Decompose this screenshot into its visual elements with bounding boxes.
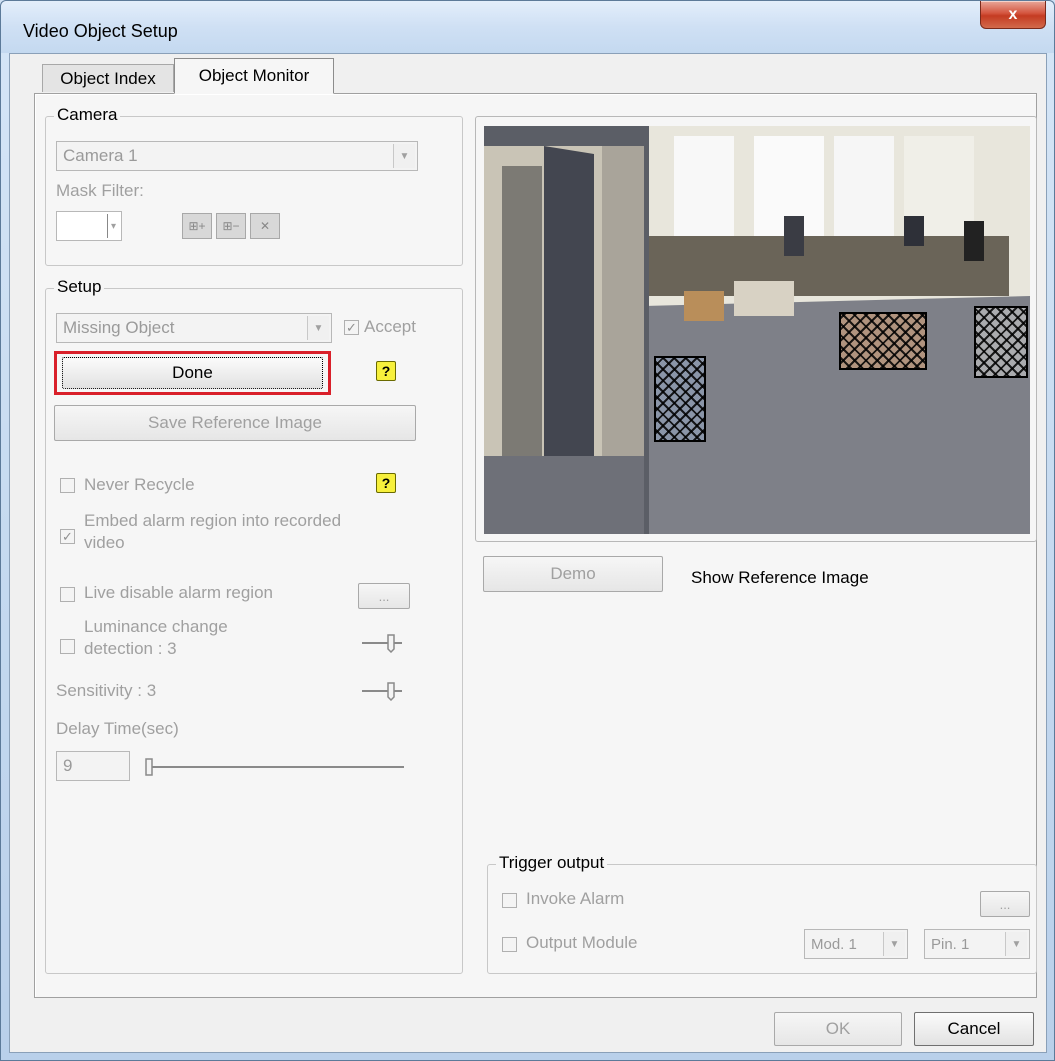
- sensitivity-label: Sensitivity : 3: [56, 681, 157, 700]
- title-bar: Video Object Setup x: [1, 1, 1054, 53]
- camera-legend: Camera: [54, 105, 121, 125]
- cancel-button[interactable]: Cancel: [914, 1012, 1034, 1046]
- never-recycle-checkbox[interactable]: [60, 478, 75, 493]
- luminance-label-line1: Luminance change: [84, 617, 228, 636]
- chevron-down-icon: ▼: [1005, 932, 1027, 956]
- never-recycle-label: Never Recycle: [84, 475, 195, 494]
- invoke-alarm-checkbox[interactable]: [502, 893, 517, 908]
- save-reference-button[interactable]: Save Reference Image: [54, 405, 416, 441]
- embed-alarm-label-line1: Embed alarm region into recorded: [84, 511, 342, 530]
- pin-select[interactable]: Pin. 1 ▼: [924, 929, 1030, 959]
- chevron-down-icon: ▼: [883, 932, 905, 956]
- video-preview-frame: [475, 116, 1037, 542]
- demo-button[interactable]: Demo: [483, 556, 663, 592]
- close-icon: x: [1008, 5, 1018, 23]
- dialog-window: Video Object Setup x Object Index Object…: [0, 0, 1055, 1061]
- invoke-alarm-label: Invoke Alarm: [526, 889, 625, 908]
- luminance-checkbox[interactable]: [60, 639, 75, 654]
- output-module-checkbox[interactable]: [502, 937, 517, 952]
- camera-select[interactable]: Camera 1 ▼: [56, 141, 418, 171]
- done-button[interactable]: Done: [62, 357, 323, 389]
- close-button[interactable]: x: [980, 1, 1046, 29]
- help-icon[interactable]: ?: [376, 361, 396, 381]
- trigger-output-group: Trigger output Invoke Alarm ... Output M…: [487, 853, 1037, 974]
- camera-select-value: Camera 1: [63, 146, 138, 165]
- tab-object-monitor[interactable]: Object Monitor: [174, 58, 334, 94]
- pin-select-value: Pin. 1: [931, 935, 970, 953]
- embed-alarm-label-line2: video: [84, 533, 125, 552]
- dialog-client-area: Object Index Object Monitor Camera Camer…: [9, 53, 1047, 1053]
- mask-add-icon[interactable]: ⊞+: [182, 213, 212, 239]
- accept-checkbox[interactable]: ✓: [344, 320, 359, 335]
- camera-video-feed[interactable]: [484, 126, 1030, 534]
- office-scene-image: [484, 126, 1030, 534]
- alarm-region[interactable]: [839, 312, 927, 370]
- live-disable-checkbox[interactable]: [60, 587, 75, 602]
- invoke-alarm-ellipsis-button[interactable]: ...: [980, 891, 1030, 917]
- chevron-down-icon: ▼: [307, 316, 329, 340]
- chevron-down-icon: ▼: [393, 144, 415, 168]
- alarm-region[interactable]: [974, 306, 1028, 378]
- detection-type-value: Missing Object: [63, 318, 175, 337]
- alarm-region[interactable]: [654, 356, 706, 442]
- window-title: Video Object Setup: [23, 21, 178, 41]
- mask-clear-icon[interactable]: ✕: [250, 213, 280, 239]
- delay-time-label: Delay Time(sec): [56, 719, 179, 738]
- tab-object-index[interactable]: Object Index: [42, 64, 174, 92]
- show-reference-image-label[interactable]: Show Reference Image: [691, 568, 869, 588]
- delay-time-slider[interactable]: [142, 755, 408, 779]
- tab-panel-object-monitor: Camera Camera 1 ▼ Mask Filter: ▾ ⊞+ ⊞− ✕: [34, 93, 1037, 998]
- setup-group: Setup Missing Object ▼ ✓ Accept Done ? S…: [45, 277, 463, 974]
- detection-type-select[interactable]: Missing Object ▼: [56, 313, 332, 343]
- sensitivity-slider[interactable]: [358, 681, 406, 701]
- embed-alarm-checkbox[interactable]: ✓: [60, 529, 75, 544]
- delay-time-value: 9: [63, 756, 73, 775]
- output-module-label: Output Module: [526, 933, 638, 952]
- delay-time-input[interactable]: 9: [56, 751, 130, 781]
- help-icon[interactable]: ?: [376, 473, 396, 493]
- mask-filter-select[interactable]: ▾: [56, 211, 122, 241]
- luminance-label-line2: detection : 3: [84, 639, 177, 658]
- ok-button[interactable]: OK: [774, 1012, 902, 1046]
- done-label: Done: [172, 363, 213, 382]
- accept-label: Accept: [364, 317, 416, 336]
- camera-group: Camera Camera 1 ▼ Mask Filter: ▾ ⊞+ ⊞− ✕: [45, 105, 463, 266]
- mask-remove-icon[interactable]: ⊞−: [216, 213, 246, 239]
- module-select[interactable]: Mod. 1 ▼: [804, 929, 908, 959]
- mask-toolbar: ⊞+ ⊞− ✕: [182, 213, 322, 239]
- mask-filter-label: Mask Filter:: [56, 181, 144, 200]
- live-disable-ellipsis-button[interactable]: ...: [358, 583, 410, 609]
- chevron-down-icon: ▾: [107, 214, 119, 238]
- trigger-output-legend: Trigger output: [496, 853, 608, 873]
- module-select-value: Mod. 1: [811, 935, 857, 953]
- setup-legend: Setup: [54, 277, 105, 297]
- live-disable-label: Live disable alarm region: [84, 583, 273, 602]
- luminance-slider[interactable]: [358, 633, 406, 653]
